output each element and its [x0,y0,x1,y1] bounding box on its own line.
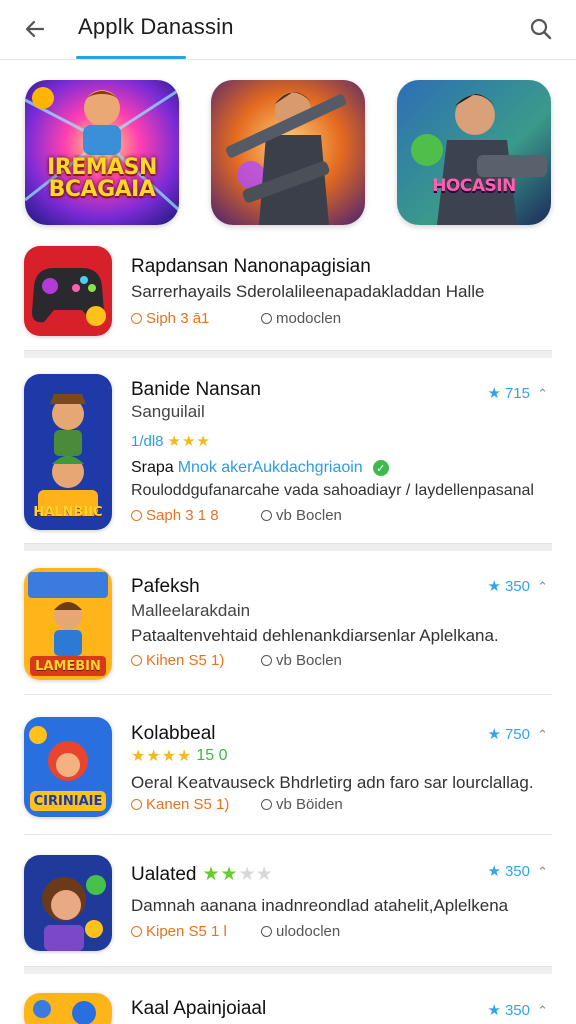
back-arrow-icon [25,20,45,38]
app-icon-caption: CIRINIAIE [33,794,103,809]
app-description: Rouloddgufanarcahe vada sahoadiayr / lay… [131,482,534,499]
app-description: Pataaltenvehtaid dehlenankdiarsenlar Apl… [131,626,499,645]
app-name: Rapdansan Nanonapagisian [131,256,371,277]
app-description: Oeral Keatvauseck Bhdrletirg adn faro sa… [131,773,534,792]
app-icon: HALNBIIC [24,374,112,530]
game-artwork-icon [25,80,179,225]
app-name: Kaal Apainjoiaal [131,998,267,1019]
app-meta-left: Kipen S5 1 l [131,923,227,940]
featured-title: IREMASN BCAGAIA [47,155,157,202]
app-meta-left: Saph 3 1 8 [131,507,219,524]
expand-chevron-icon[interactable]: ⌃ [537,1003,548,1019]
section-divider [24,966,552,974]
status-circle-icon [261,313,272,324]
rating-stars-empty-icon: ★★ [238,864,273,885]
app-subtitle: Malleelarakdain [131,601,251,620]
status-circle-icon [131,655,142,666]
star-icon: ★ [487,385,501,402]
app-rating: ★ 350 [487,1001,530,1020]
app-icon [24,993,112,1024]
status-circle-icon [261,510,272,521]
featured-tile[interactable]: HOCASIN [397,80,551,225]
app-icon: LAMEBIN [24,568,112,680]
status-circle-icon [261,799,272,810]
app-meta-right: ulodoclen [261,923,340,940]
app-meta-right: vb Böiden [261,796,343,813]
expand-chevron-icon[interactable]: ⌃ [537,864,548,880]
app-rating: ★ 350 [487,862,530,881]
status-circle-icon [131,510,142,521]
game-character-icon [24,993,112,1024]
app-description: Sarrerhayails Sderolalileenapadakladdan … [131,282,485,301]
star-icon: ★ [487,726,501,743]
app-rating: ★ 750 [487,725,530,744]
app-meta-right: vb Boclen [261,507,342,524]
app-name: Banide Nansan [131,379,261,400]
featured-carousel: IREMASN BCAGAIA HOCASIN [25,80,551,225]
game-artwork-icon [211,80,365,225]
app-meta-left: Kanen S5 1) [131,796,229,813]
expand-chevron-icon[interactable]: ⌃ [537,386,548,402]
section-divider [24,694,552,695]
star-icon: ★ [487,1002,501,1019]
title-tab-indicator [76,56,186,59]
app-name: Pafeksh [131,576,200,597]
app-meta-right: modoclen [261,310,341,327]
expand-chevron-icon[interactable]: ⌃ [537,579,548,595]
star-icon: ★ [487,578,501,595]
status-circle-icon [261,926,272,937]
app-rating: ★ 715 [487,384,530,403]
section-divider [24,834,552,835]
star-icon: ★ [487,863,501,880]
status-circle-icon [131,926,142,937]
gamepad-icon [24,246,112,336]
game-character-icon [24,855,112,951]
app-meta-right: vb Boclen [261,652,342,669]
app-subtitle: Sanguilail [131,402,205,421]
status-circle-icon [131,799,142,810]
page-title: Applk Danassin [78,14,234,39]
app-rating: ★ 350 [487,577,530,596]
app-icon-caption: LAMEBIN [35,659,101,674]
rating-stars-icon: ★★★ [167,433,211,450]
rating-stars-icon: ★★ [202,864,239,885]
app-icon [24,246,112,336]
search-button[interactable] [524,12,558,46]
status-circle-icon [261,655,272,666]
app-bar: Applk Danassin [0,0,576,60]
featured-title: HOCASIN [432,176,516,196]
app-icon-caption: HALNBIIC [33,505,103,520]
search-icon [530,18,552,40]
status-circle-icon [131,313,142,324]
featured-tile[interactable] [211,80,365,225]
game-artwork-icon [397,80,551,225]
app-description: Damnah aanana inadnreondlad atahelit,Apl… [131,896,509,915]
app-meta-left: Siph 3 ā1 [131,310,209,327]
verified-check-icon: ✓ [372,460,389,476]
featured-tile[interactable]: IREMASN BCAGAIA [25,80,179,225]
expand-chevron-icon[interactable]: ⌃ [537,727,548,743]
back-button[interactable] [18,12,52,46]
app-meta-left: Kihen S5 1) [131,652,224,669]
app-badge: Srapa Mnok akerAukdachgriaoin ✓ [131,459,389,477]
app-rating-inline: ★★★★ 15 0 [131,747,228,765]
app-icon [24,855,112,951]
app-name: Kolabbeal [131,723,216,744]
app-icon: CIRINIAIE [24,717,112,817]
app-rating-inline: 1/dl8 ★★★ [131,432,211,451]
rating-stars-icon: ★★★★ [131,748,193,765]
app-name: Ualated ★★★★ [131,864,273,885]
section-divider [24,543,552,551]
section-divider [24,350,552,358]
